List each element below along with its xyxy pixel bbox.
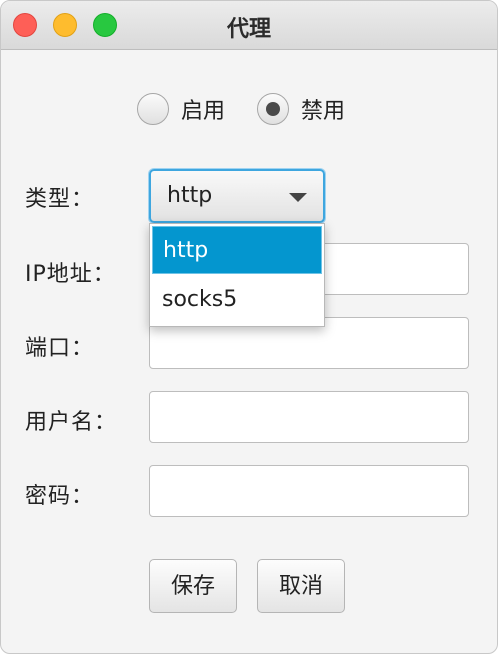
type-dropdown-list: http socks5: [149, 223, 325, 327]
username-input[interactable]: [149, 391, 469, 443]
proxy-window: 代理 启用 禁用 类型： http IP地址： 端口： 用户名： 密码： 保存 …: [0, 0, 498, 654]
window-title: 代理: [226, 17, 271, 42]
radio-enable-circle[interactable]: [137, 93, 169, 125]
chevron-down-icon[interactable]: [289, 193, 307, 202]
password-input[interactable]: [149, 465, 469, 517]
radio-enable-label: 启用: [181, 99, 226, 124]
dropdown-option-socks5[interactable]: socks5: [152, 276, 322, 324]
port-label: 端口：: [25, 336, 95, 361]
type-combobox-value: http: [167, 183, 213, 208]
dropdown-option-http[interactable]: http: [152, 226, 322, 274]
title-bar: 代理: [1, 1, 497, 50]
cancel-button[interactable]: 取消: [257, 559, 345, 613]
password-label: 密码：: [25, 484, 95, 509]
type-combobox[interactable]: http: [149, 169, 325, 223]
save-button[interactable]: 保存: [149, 559, 237, 613]
username-label: 用户名：: [25, 410, 118, 435]
type-label: 类型：: [25, 187, 95, 212]
radio-disable-circle[interactable]: [257, 93, 289, 125]
radio-disable[interactable]: 禁用: [257, 93, 345, 125]
ip-label: IP地址：: [25, 262, 116, 287]
radio-disable-label: 禁用: [301, 99, 346, 124]
radio-enable[interactable]: 启用: [137, 93, 225, 125]
